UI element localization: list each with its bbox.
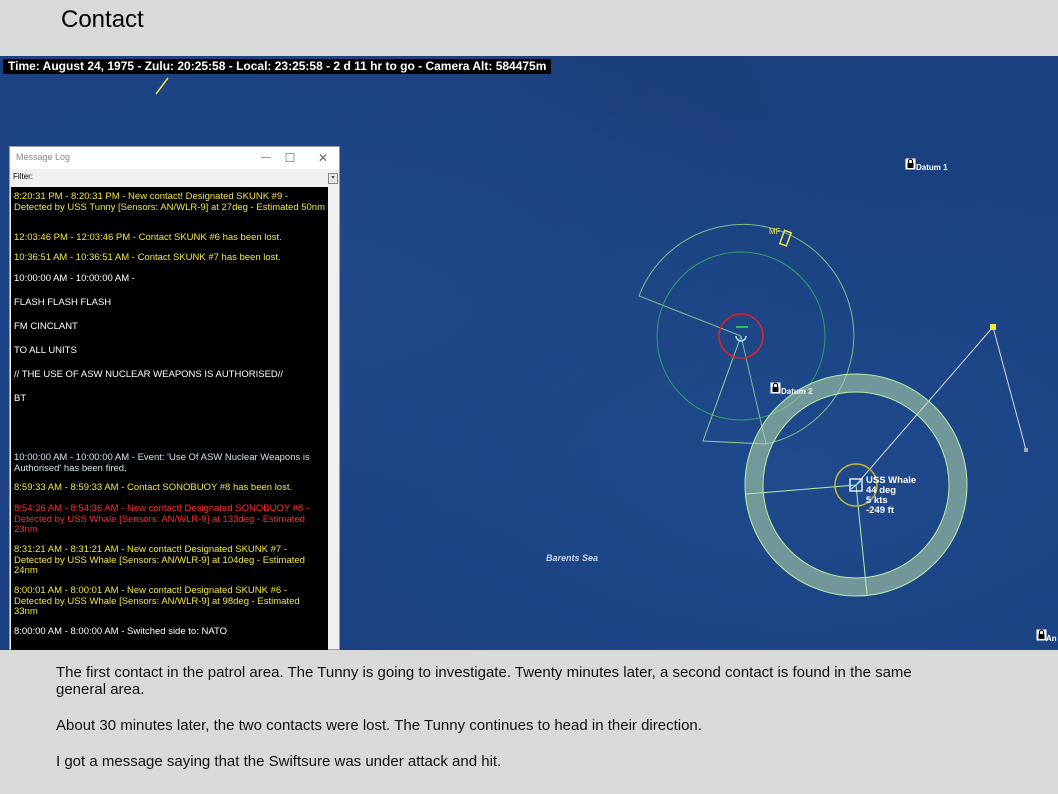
slide-title: Contact — [61, 6, 144, 33]
unit-depth: -249 ft — [866, 505, 894, 516]
message-item: 8:54:36 AM - 8:54:36 AM - New contact! D… — [14, 503, 309, 535]
message-item: 10:00:00 AM - 10:00:00 AM - Event: 'Use … — [14, 452, 310, 474]
lock-icon — [905, 157, 916, 170]
unit-label[interactable]: USS Whale 44 deg 5 kts -249 ft — [866, 476, 916, 516]
status-bar: Time: August 24, 1975 - Zulu: 20:25:58 -… — [3, 59, 552, 74]
datum-2-label: Datum 2 — [781, 387, 813, 396]
message-item: 10:00:00 AM - 10:00:00 AM - — [14, 273, 135, 284]
message-item: 8:00:00 AM - 8:00:00 AM - Switched side … — [14, 626, 227, 637]
message-item: BT — [14, 393, 27, 404]
message-item: 8:31:21 AM - 8:31:21 AM - New contact! D… — [14, 544, 305, 576]
message-log-title: Message Log — [16, 152, 71, 162]
waypoint-marker — [990, 324, 996, 330]
message-item: 10:36:51 AM - 10:36:51 AM - Contact SKUN… — [14, 252, 281, 263]
sensor-arc-outer — [638, 224, 855, 445]
message-log-titlebar[interactable]: Message Log — ☐ ✕ — [10, 147, 339, 169]
maximize-button[interactable]: ☐ — [280, 149, 300, 167]
datum-1-label: Datum 1 — [916, 163, 948, 172]
scroll-down-icon[interactable]: ▾ — [328, 173, 338, 184]
sea-label: Barents Sea — [546, 553, 599, 563]
caption-paragraph: About 30 minutes later, the two contacts… — [56, 717, 702, 734]
minimize-button[interactable]: — — [256, 149, 276, 167]
route-line — [992, 326, 1027, 451]
caption-paragraph: I got a message saying that the Swiftsur… — [56, 753, 502, 770]
message-item: 8:00:01 AM - 8:00:01 AM - New contact! D… — [14, 585, 300, 617]
tactical-map[interactable]: Time: August 24, 1975 - Zulu: 20:25:58 -… — [0, 56, 1058, 650]
waypoint-marker — [1024, 448, 1028, 452]
corner-label: An — [1046, 634, 1057, 643]
message-item: TO ALL UNITS — [14, 345, 77, 356]
mf-label: MF — [769, 227, 781, 236]
message-item: // THE USE OF ASW NUCLEAR WEAPONS IS AUT… — [14, 369, 284, 380]
track-marker — [155, 77, 169, 95]
message-item: 12:03:46 PM - 12:03:46 PM - Contact SKUN… — [14, 232, 282, 243]
message-list[interactable]: 8:20:31 PM - 8:20:31 PM - New contact! D… — [11, 187, 328, 650]
message-item: FM CINCLANT — [14, 321, 78, 332]
filter-row: Filter: ▾ — [10, 169, 339, 185]
message-item: FLASH FLASH FLASH — [14, 297, 112, 308]
lock-icon — [770, 381, 781, 394]
message-item: 8:20:31 PM - 8:20:31 PM - New contact! D… — [14, 191, 326, 213]
close-button[interactable]: ✕ — [313, 149, 333, 167]
caption-paragraph: The first contact in the patrol area. Th… — [56, 664, 912, 698]
message-log-window[interactable]: Message Log — ☐ ✕ Filter: ▾ 8:20:31 PM -… — [9, 146, 340, 650]
message-item: 8:59:33 AM - 8:59:33 AM - Contact SONOBU… — [14, 482, 293, 493]
filter-label: Filter: — [13, 172, 33, 181]
